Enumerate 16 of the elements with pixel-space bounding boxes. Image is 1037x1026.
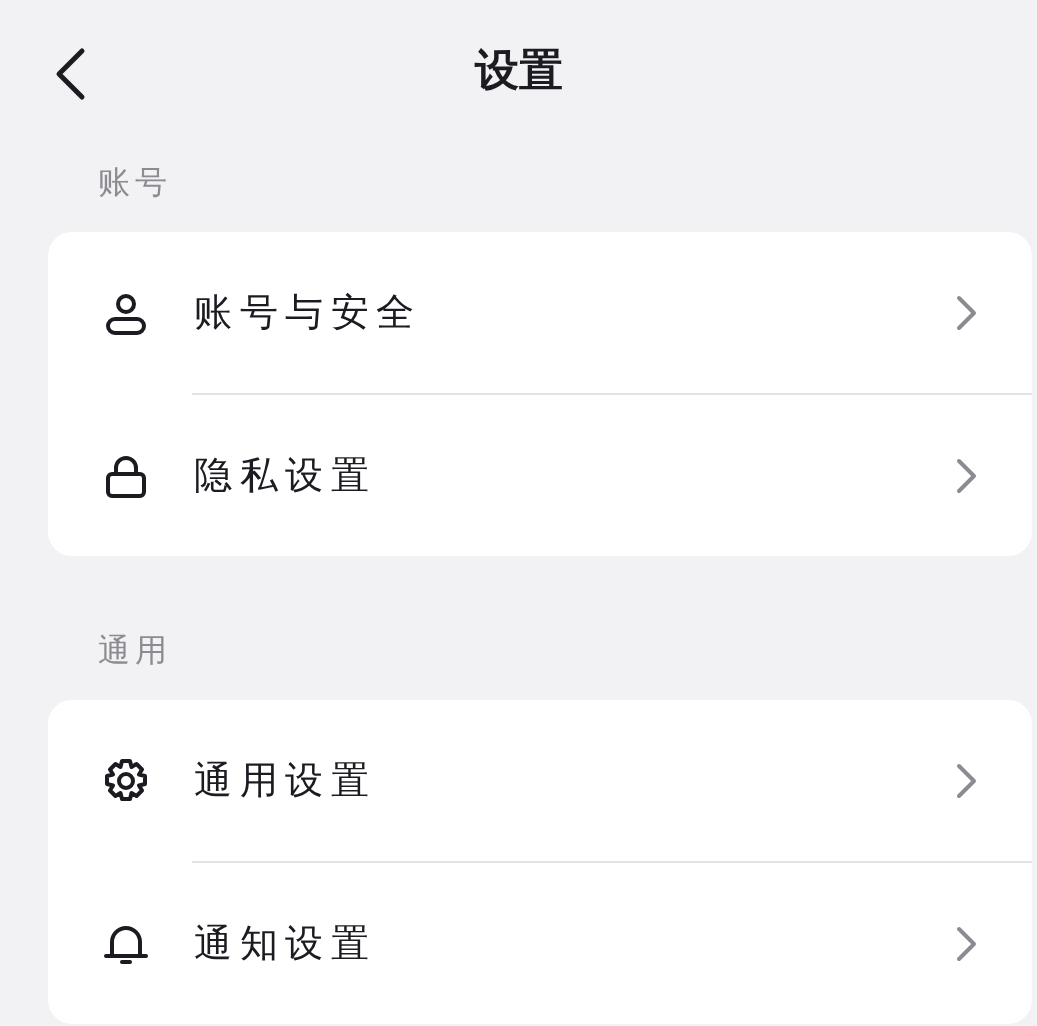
row-label: 隐私设置 [194, 452, 378, 499]
chevron-icon [955, 762, 977, 799]
row-label: 通知设置 [194, 920, 378, 967]
section-header: 账号 [98, 163, 172, 201]
settings-row[interactable]: 通用设置 [48, 700, 1032, 861]
row-label: 账号与安全 [194, 289, 423, 336]
back-icon [54, 47, 86, 101]
chevron-icon [955, 294, 977, 331]
settings-row[interactable]: 通知设置 [48, 863, 1032, 1024]
page-title: 设置 [474, 43, 563, 97]
chevron-icon [955, 457, 977, 494]
chevron-icon [955, 925, 977, 962]
settings-row[interactable]: 隐私设置 [48, 395, 1032, 556]
section-header: 通用 [98, 631, 172, 669]
settings-row[interactable]: 账号与安全 [48, 232, 1032, 393]
row-label: 通用设置 [194, 757, 378, 804]
